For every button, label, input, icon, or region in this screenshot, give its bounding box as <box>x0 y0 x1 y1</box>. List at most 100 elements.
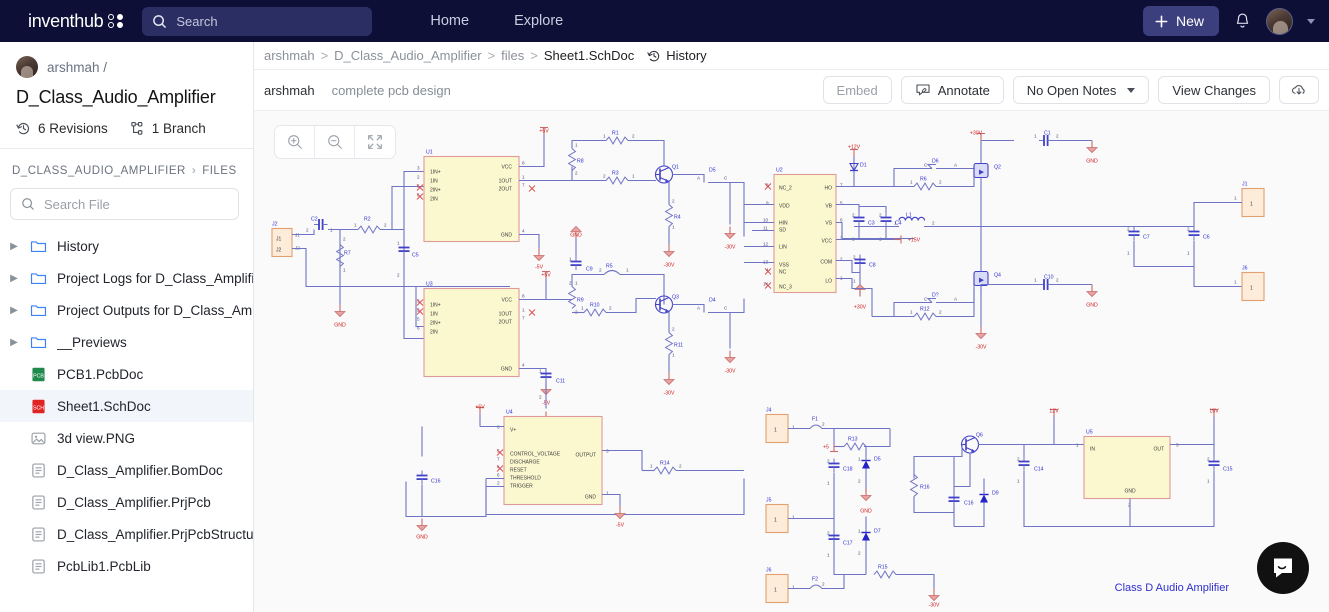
schematic-viewer[interactable]: .w { stroke:#6f73c4; stroke-width:1.1; f… <box>254 111 1329 612</box>
svg-text:1IN+: 1IN+ <box>430 303 441 309</box>
download-button[interactable] <box>1279 76 1319 104</box>
svg-text:-5V: -5V <box>616 523 625 529</box>
svg-text:2: 2 <box>939 180 942 185</box>
bell-icon[interactable] <box>1233 12 1252 31</box>
sidebar-breadcrumb-root[interactable]: D_CLASS_AUDIO_AMPLIFIER <box>12 165 186 177</box>
svg-text:R6: R6 <box>920 177 927 183</box>
chevron-right-icon[interactable]: ▶ <box>8 305 20 316</box>
view-changes-button[interactable]: View Changes <box>1158 76 1270 104</box>
zoom-in-button[interactable] <box>275 126 315 158</box>
file-tree-item-d-class-amplifier-prjpcb[interactable]: ▶D_Class_Amplifier.PrjPcb <box>0 486 253 518</box>
file-tree-item-d-class-amplifier-bomdoc[interactable]: ▶D_Class_Amplifier.BomDoc <box>0 454 253 486</box>
image-file-icon <box>29 429 48 448</box>
repo-owner[interactable]: arshmah / <box>16 56 237 78</box>
svg-text:10: 10 <box>763 218 769 223</box>
svg-text:R5: R5 <box>606 264 613 270</box>
file-tree-item-project-logs-for-d-class-amplifi[interactable]: ▶ Project Logs for D_Class_Amplifi <box>0 262 253 294</box>
breadcrumb-project[interactable]: D_Class_Audio_Amplifier <box>334 48 481 63</box>
svg-text:R10: R10 <box>590 303 600 309</box>
file-tree-item-sheet1-schdoc[interactable]: ▶SCHSheet1.SchDoc <box>0 390 253 422</box>
file-tree-item-pcb1-pcbdoc[interactable]: ▶PCBPCB1.PcbDoc <box>0 358 253 390</box>
file-name-label: D_Class_Amplifier.PrjPcbStructu <box>57 527 253 542</box>
file-tree-item-previews[interactable]: ▶__Previews <box>0 326 253 358</box>
svg-text:HIN: HIN <box>779 221 788 227</box>
svg-text:11: 11 <box>763 226 768 231</box>
svg-text:2: 2 <box>397 273 400 278</box>
notes-label: No Open Notes <box>1027 83 1117 98</box>
svg-text:U1: U1 <box>426 150 433 156</box>
notes-dropdown[interactable]: No Open Notes <box>1013 76 1150 104</box>
file-name-label: Project Logs for D_Class_Amplifi <box>57 271 253 286</box>
svg-text:V+: V+ <box>510 428 516 434</box>
chevron-right-icon[interactable]: ▶ <box>8 337 20 348</box>
svg-text:-30V: -30V <box>725 245 736 251</box>
svg-text:VSS: VSS <box>779 263 790 269</box>
fullscreen-icon <box>366 133 384 151</box>
svg-text:+12V: +12V <box>848 145 861 151</box>
svg-text:12V: 12V <box>1049 409 1059 415</box>
svg-text:2: 2 <box>1207 457 1210 462</box>
breadcrumb-files[interactable]: files <box>501 48 524 63</box>
file-tree-item-d-class-amplifier-prjpcbstructu[interactable]: ▶D_Class_Amplifier.PrjPcbStructu <box>0 518 253 550</box>
top-navigation-bar: inventhub Search Home Explore New <box>0 0 1329 42</box>
history-icon <box>647 49 661 63</box>
annotate-button[interactable]: Annotate <box>901 76 1004 104</box>
svg-text:6: 6 <box>840 218 843 223</box>
file-tree-item-project-outputs-for-d-class-amp[interactable]: ▶Project Outputs for D_Class_Amp <box>0 294 253 326</box>
file-tree-item-3d-view-png[interactable]: ▶3d view.PNG <box>0 422 253 454</box>
file-search-input[interactable]: Search File <box>10 188 239 220</box>
chevron-right-icon[interactable]: ▶ <box>8 273 20 284</box>
chevron-right-icon[interactable]: ▶ <box>8 241 20 252</box>
svg-text:A: A <box>954 163 958 168</box>
global-search-input[interactable]: Search <box>142 7 372 36</box>
svg-text:VCC: VCC <box>501 165 512 171</box>
svg-text:R3: R3 <box>612 171 619 177</box>
chevron-down-icon[interactable] <box>1307 19 1315 24</box>
new-button[interactable]: New <box>1143 6 1219 36</box>
zoom-out-button[interactable] <box>315 126 355 158</box>
svg-text:C1: C1 <box>1044 131 1051 137</box>
svg-text:C8: C8 <box>869 263 876 269</box>
branch-stat[interactable]: 1 Branch <box>130 121 206 136</box>
file-tree-item-history[interactable]: ▶History <box>0 230 253 262</box>
svg-text:1: 1 <box>774 518 777 524</box>
fullscreen-button[interactable] <box>355 126 395 158</box>
power-supply-stage: J4 1 1 F1 2 +5 <box>766 408 1233 609</box>
svg-text:J6: J6 <box>1242 266 1248 272</box>
svg-text:1IN: 1IN <box>430 179 438 185</box>
file-tree[interactable]: ▶History▶Project Logs for D_Class_Amplif… <box>0 230 253 612</box>
avatar[interactable] <box>1266 8 1293 35</box>
embed-button[interactable]: Embed <box>823 76 892 104</box>
svg-text:LIN: LIN <box>779 245 787 251</box>
intercom-chat-button[interactable] <box>1257 542 1309 594</box>
chat-icon <box>1270 555 1296 581</box>
page-title: D_Class_Audio_Amplifier <box>16 87 237 108</box>
brand-logo[interactable]: inventhub <box>28 11 124 32</box>
svg-text:4: 4 <box>522 363 525 368</box>
u4-timer-555: U4 V+ CONTROL_VOLTAGE DISCHARGE RESET TH… <box>406 405 744 541</box>
nav-link-explore[interactable]: Explore <box>514 13 563 29</box>
svg-text:1: 1 <box>774 428 777 434</box>
nav-link-home[interactable]: Home <box>430 13 469 29</box>
revisions-stat[interactable]: 6 Revisions <box>16 121 108 136</box>
svg-text:R15: R15 <box>878 565 888 571</box>
svg-text:1: 1 <box>774 588 777 594</box>
sidebar-breadcrumb: D_CLASS_AUDIO_AMPLIFIER › FILES <box>0 149 253 188</box>
sidebar-breadcrumb-leaf[interactable]: FILES <box>202 165 236 177</box>
svg-text:1: 1 <box>1234 280 1237 285</box>
breadcrumb-owner[interactable]: arshmah <box>264 48 315 63</box>
svg-text:F1: F1 <box>812 417 818 423</box>
folder-file-icon <box>29 301 48 320</box>
file-tree-item-pcblib1-pcblib[interactable]: ▶PcbLib1.PcbLib <box>0 550 253 582</box>
svg-text:1: 1 <box>1234 196 1237 201</box>
svg-text:THRESHOLD: THRESHOLD <box>510 476 541 482</box>
history-label: History <box>666 48 706 63</box>
svg-text:2: 2 <box>1056 278 1059 283</box>
schematic-canvas[interactable]: .w { stroke:#6f73c4; stroke-width:1.1; f… <box>254 111 1329 612</box>
svg-text:C2: C2 <box>311 217 318 223</box>
history-icon <box>16 121 31 136</box>
breadcrumb-history-link[interactable]: History <box>647 48 706 63</box>
svg-text:D7: D7 <box>874 529 881 535</box>
svg-text:C15: C15 <box>1223 467 1233 473</box>
svg-text:2: 2 <box>384 223 387 228</box>
